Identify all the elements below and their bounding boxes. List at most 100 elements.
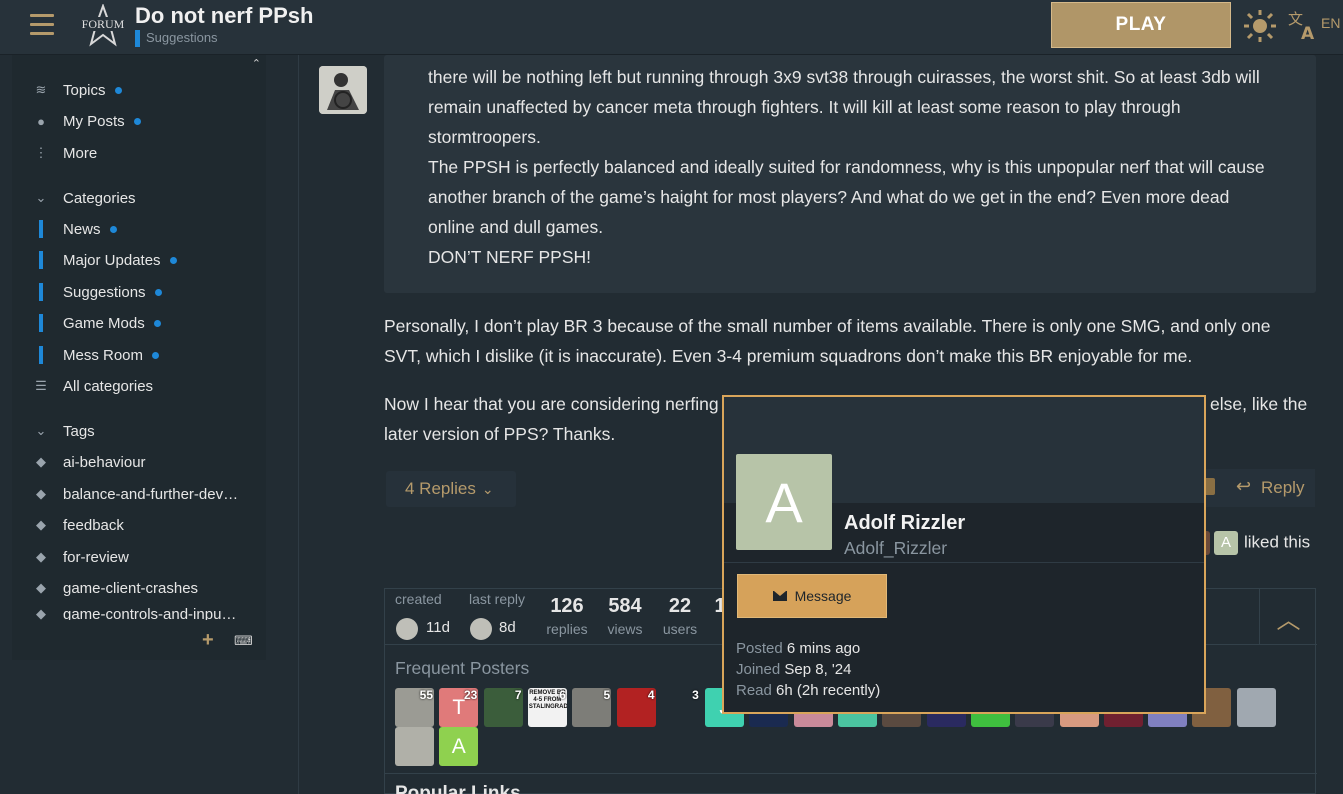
poster-avatar[interactable]: 7 bbox=[483, 688, 523, 727]
tag-label: feedback bbox=[63, 516, 124, 534]
creator-avatar[interactable] bbox=[396, 618, 418, 640]
quote-line: The PPSH is perfectly balanced and ideal… bbox=[428, 157, 1265, 177]
sidebar-item-label: More bbox=[63, 144, 98, 162]
created-value: 11d bbox=[426, 619, 450, 636]
show-replies-button[interactable]: 4 Replies ⌄ bbox=[386, 471, 516, 507]
sidebar-item-topics[interactable]: ≋ Topics bbox=[12, 76, 266, 104]
sidebar-item-label: News bbox=[63, 220, 101, 238]
stat-users-count: 22 bbox=[668, 595, 692, 617]
sidebar-tag[interactable]: ◆ game-controls-and-inpu… bbox=[12, 606, 266, 620]
section-header: Tags bbox=[63, 422, 95, 440]
sidebar-item-label: All categories bbox=[63, 377, 154, 395]
user-card-username[interactable]: Adolf_Rizzler bbox=[844, 538, 947, 559]
post-paragraph: else, like the bbox=[1210, 394, 1308, 414]
tag-label: game-client-crashes bbox=[63, 579, 199, 597]
last-replier-avatar[interactable] bbox=[470, 618, 492, 640]
poster-avatar[interactable]: 55 bbox=[395, 688, 434, 727]
category-color-bar bbox=[39, 346, 43, 364]
language-label[interactable]: EN bbox=[1321, 15, 1340, 31]
tag-icon: ◆ bbox=[36, 486, 46, 501]
sidebar-item-more[interactable]: ⋮ More bbox=[12, 139, 266, 167]
stat-replies-label: replies bbox=[546, 621, 588, 637]
reply-arrow-icon: ↩ bbox=[1236, 476, 1252, 496]
chevron-down-icon: ⌄ bbox=[35, 423, 47, 438]
tag-icon: ◆ bbox=[36, 606, 46, 620]
message-label: Message bbox=[794, 588, 852, 604]
sidebar-tag[interactable]: ◆ feedback bbox=[12, 511, 266, 539]
post-paragraph: Personally, I don’t play BR 3 because of… bbox=[384, 316, 1271, 336]
more-vertical-icon: ⋮ bbox=[34, 145, 48, 160]
sidebar-section-tags[interactable]: ⌄ Tags bbox=[12, 417, 266, 445]
quote-line: there will be nothing left but running t… bbox=[428, 67, 1260, 87]
post-quote: there will be nothing left but running t… bbox=[384, 55, 1316, 293]
post-paragraph: SVT, which I dislike (it is inaccurate).… bbox=[384, 346, 1193, 366]
poster-avatar[interactable]: 3 bbox=[660, 688, 700, 727]
sidebar-item-label: Game Mods bbox=[63, 314, 145, 332]
tag-label: balance-and-further-dev… bbox=[63, 485, 239, 503]
poster-avatar[interactable] bbox=[1236, 688, 1276, 727]
breadcrumb-category[interactable]: Suggestions bbox=[135, 30, 218, 47]
poster-post-count-badge: 6 bbox=[559, 688, 566, 702]
sidebar-tag[interactable]: ◆ game-client-crashes bbox=[12, 574, 266, 602]
unread-dot bbox=[133, 118, 141, 126]
reply-label: Reply bbox=[1261, 478, 1305, 497]
tag-label: ai-behaviour bbox=[63, 453, 146, 471]
liker-avatar[interactable]: A bbox=[1214, 531, 1238, 555]
translate-icon[interactable]: 文 A bbox=[1287, 9, 1319, 44]
unread-dot bbox=[154, 289, 162, 297]
poster-post-count-badge: 5 bbox=[603, 688, 611, 702]
sidebar-item-mess-room[interactable]: Mess Room bbox=[12, 341, 266, 369]
sidebar-item-news[interactable]: News bbox=[12, 215, 266, 243]
sidebar-item-game-mods[interactable]: Game Mods bbox=[12, 309, 266, 337]
poster-avatar[interactable] bbox=[395, 727, 434, 766]
sidebar-section-categories[interactable]: ⌄ Categories bbox=[12, 184, 266, 212]
tag-icon: ◆ bbox=[36, 580, 46, 595]
message-button[interactable]: Message bbox=[737, 574, 887, 618]
forum-logo[interactable]: FORUM bbox=[77, 3, 129, 48]
sidebar: ⌃ ≋ Topics ● My Posts ⋮ More ⌄ Categorie… bbox=[12, 55, 266, 660]
add-section-button[interactable]: + bbox=[202, 629, 214, 652]
poster-avatar[interactable]: A bbox=[439, 727, 479, 766]
unread-dot bbox=[153, 320, 161, 328]
sidebar-tag[interactable]: ◆ ai-behaviour bbox=[12, 448, 266, 476]
poster-avatar[interactable]: 4 bbox=[616, 688, 656, 727]
sidebar-tag[interactable]: ◆ balance-and-further-dev… bbox=[12, 480, 266, 508]
poster-avatar[interactable]: T 23 bbox=[439, 688, 479, 727]
page-title: Do not nerf PPsh bbox=[135, 3, 314, 28]
sidebar-item-my-posts[interactable]: ● My Posts bbox=[12, 107, 266, 135]
layers-icon: ≋ bbox=[35, 82, 47, 97]
sidebar-tag[interactable]: ◆ for-review bbox=[12, 543, 266, 571]
chevron-up-icon[interactable]: ⌃ bbox=[252, 57, 261, 70]
unread-dot bbox=[152, 352, 160, 360]
user-card-popup: A Adolf Rizzler Adolf_Rizzler Message Po… bbox=[722, 395, 1206, 714]
stat-users-label: users bbox=[662, 621, 698, 637]
quote-line: online and dull games. bbox=[428, 217, 604, 237]
play-button[interactable]: PLAY bbox=[1051, 2, 1231, 48]
user-card-name[interactable]: Adolf Rizzler bbox=[844, 512, 965, 535]
sun-icon[interactable] bbox=[1243, 9, 1277, 43]
sidebar-item-major-updates[interactable]: Major Updates bbox=[12, 246, 266, 274]
quote-line: DON’T NERF PPSH! bbox=[428, 247, 592, 267]
user-card-posted: Posted 6 mins ago bbox=[736, 640, 860, 657]
sidebar-item-suggestions[interactable]: Suggestions bbox=[12, 278, 266, 306]
site-header: FORUM Do not nerf PPsh Suggestions PLAY … bbox=[0, 0, 1343, 55]
tag-label: for-review bbox=[63, 548, 129, 566]
collapse-topic-map-button[interactable]: ︿ bbox=[1259, 589, 1317, 645]
hamburger-menu-icon[interactable] bbox=[30, 14, 54, 36]
chevron-up-icon: ︿ bbox=[1276, 606, 1301, 634]
sidebar-item-label: Mess Room bbox=[63, 346, 144, 364]
quote-line: remain unaffected by cancer meta through… bbox=[428, 97, 1181, 117]
popular-links-title: Popular Links bbox=[395, 783, 521, 794]
divider bbox=[298, 55, 299, 794]
poster-avatar[interactable]: REMOVE BR 4-5 FROM STALINGRAD 6 bbox=[527, 688, 567, 727]
category-color-bar bbox=[39, 220, 43, 238]
likes-summary: Aliked this bbox=[1190, 531, 1310, 555]
sidebar-item-all-categories[interactable]: ☰ All categories bbox=[12, 372, 266, 400]
poster-avatar[interactable]: 5 bbox=[572, 688, 612, 727]
post-author-avatar[interactable] bbox=[319, 66, 367, 114]
keyboard-icon[interactable]: ⌨ bbox=[234, 633, 253, 649]
read-label: Read bbox=[736, 682, 772, 699]
poster-post-count-badge: 3 bbox=[692, 688, 699, 702]
reply-button[interactable]: ↩ Reply bbox=[1195, 469, 1315, 507]
user-card-avatar[interactable]: A bbox=[736, 454, 832, 550]
